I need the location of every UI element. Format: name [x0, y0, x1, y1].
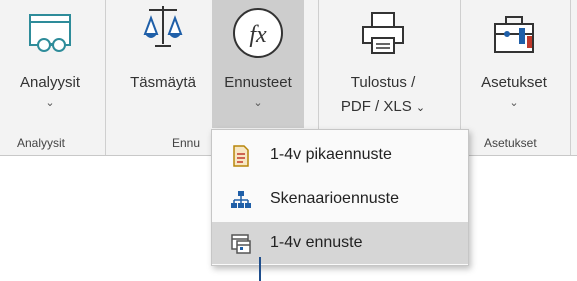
tasmayta-button[interactable]: Täsmäytä: [114, 0, 212, 128]
toolbox-icon: [491, 14, 537, 60]
group-divider: [105, 0, 106, 155]
calendar-window-icon: [230, 233, 252, 260]
chevron-down-icon: ⌄: [45, 97, 55, 109]
analyysit-label: Analyysit: [19, 74, 81, 91]
group-label-asetukset: Asetukset: [484, 136, 537, 150]
text-cursor: [259, 257, 261, 281]
tulostus-label-line2-text: PDF / XLS: [340, 98, 412, 115]
tasmayta-label: Täsmäytä: [130, 74, 196, 91]
group-divider: [318, 0, 319, 130]
asetukset-label: Asetukset: [481, 74, 547, 91]
menu-item-pikaennuste[interactable]: 1-4v pikaennuste: [212, 134, 468, 176]
ennusteet-label: Ennusteet: [224, 74, 292, 91]
group-label-analyysit: Analyysit: [17, 136, 66, 150]
scales-icon: [139, 4, 187, 56]
asetukset-button[interactable]: Asetukset ⌄: [464, 0, 564, 128]
group-divider: [570, 0, 571, 155]
group-label-ennusteet: Ennu: [172, 136, 201, 150]
tulostus-button[interactable]: Tulostus / PDF / XLS ⌄: [320, 0, 446, 128]
printer-icon: [360, 10, 406, 60]
ennusteet-button[interactable]: fx Ennusteet ⌄: [212, 0, 304, 128]
analyysit-button[interactable]: Analyysit ⌄: [0, 0, 100, 128]
document-icon: [230, 145, 252, 172]
tulostus-label-line1: Tulostus /: [350, 74, 416, 91]
glasses-window-icon: [26, 12, 74, 60]
chevron-down-icon: ⌄: [415, 102, 426, 114]
menu-item-label: 1-4v pikaennuste: [270, 146, 392, 163]
tulostus-label-line2: PDF / XLS ⌄: [320, 98, 446, 115]
menu-item-label: Skenaarioennuste: [270, 190, 399, 207]
chevron-down-icon: ⌄: [509, 97, 519, 109]
hierarchy-icon: [230, 189, 252, 216]
fx-function-icon: fx: [231, 6, 285, 64]
menu-item-label: 1-4v ennuste: [270, 234, 363, 251]
ennusteet-dropdown-menu: 1-4v pikaennuste Skenaarioennuste 1-4v e…: [211, 129, 469, 266]
menu-item-skenaarioennuste[interactable]: Skenaarioennuste: [212, 178, 468, 220]
svg-text:fx: fx: [249, 22, 267, 48]
chevron-down-icon: ⌄: [253, 97, 263, 109]
menu-item-ennuste[interactable]: 1-4v ennuste: [212, 222, 468, 264]
